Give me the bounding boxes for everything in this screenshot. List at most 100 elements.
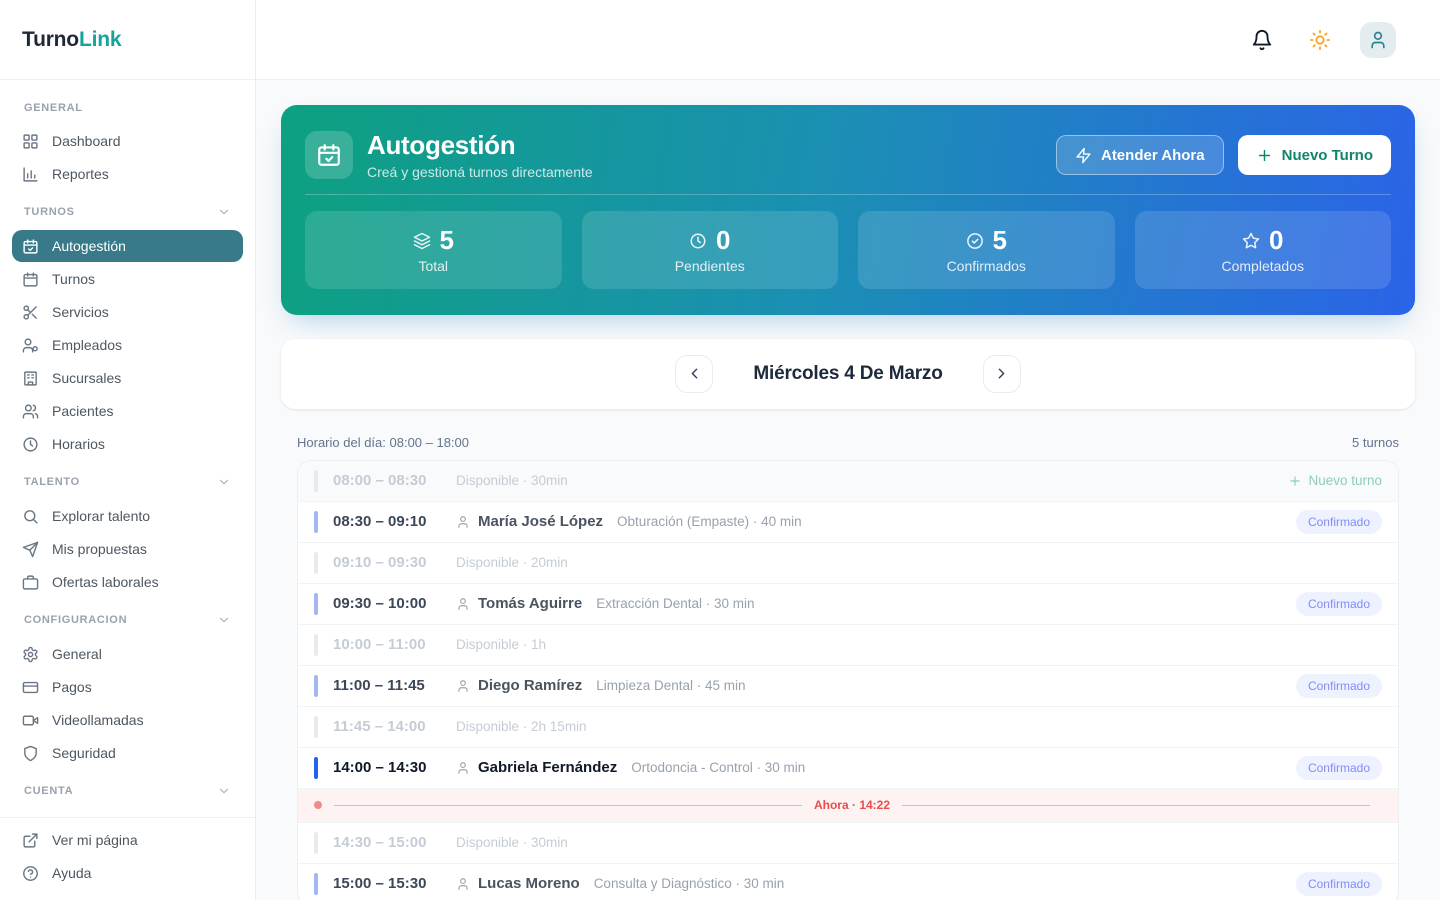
- service-label: Consulta y Diagnóstico · 30 min: [593, 876, 785, 892]
- section-label: TALENTO: [24, 476, 80, 488]
- sidebar-item-seguridad[interactable]: Seguridad: [12, 737, 243, 769]
- sidebar-item-label: Turnos: [52, 271, 96, 287]
- date-navigation: Miércoles 4 De Marzo: [281, 338, 1415, 409]
- sidebar-item-horarios[interactable]: Horarios: [12, 428, 243, 460]
- prev-day-button[interactable]: [675, 354, 714, 393]
- sidebar-item-general[interactable]: General: [12, 638, 243, 670]
- notifications-button[interactable]: [1244, 22, 1280, 58]
- sidebar-item-label: Reportes: [52, 166, 109, 182]
- slot-row-appointment[interactable]: 09:30 – 10:00 Tomás Aguirre Extracción Den…: [298, 583, 1398, 625]
- slot-row-free[interactable]: 10:00 – 11:00 Disponible · 1h: [298, 624, 1398, 666]
- sidebar-item-sucursales[interactable]: Sucursales: [12, 362, 243, 394]
- stat-label: Total: [418, 258, 449, 275]
- check-circle-icon: [966, 232, 984, 250]
- next-day-button[interactable]: [982, 354, 1021, 393]
- sidebar-item-label: Horarios: [52, 436, 105, 452]
- sidebar-item-label: Empleados: [52, 337, 123, 353]
- sidebar-item-turnos[interactable]: Turnos: [12, 263, 243, 295]
- sidebar-item-ver-mi-página[interactable]: Ver mi página: [12, 824, 243, 856]
- theme-toggle-button[interactable]: [1302, 22, 1338, 58]
- stat-value: 5: [992, 225, 1007, 256]
- slot-right: Confirmado: [1295, 509, 1382, 534]
- send-icon: [22, 541, 39, 558]
- app-logo[interactable]: Turno Link: [0, 0, 255, 80]
- sidebar-footer: Ver mi página Ayuda: [0, 817, 255, 900]
- slot-availability: Disponible · 1h: [456, 637, 547, 653]
- status-badge: Confirmado: [1295, 509, 1382, 534]
- sidebar-item-ayuda[interactable]: Ayuda: [12, 857, 243, 889]
- sidebar-item-servicios[interactable]: Servicios: [12, 296, 243, 328]
- slot-time: 15:00 – 15:30: [333, 875, 427, 893]
- current-time-indicator: Ahora · 14:22: [298, 788, 1398, 823]
- sidebar: Turno Link GENERAL Dashboard Reportes TURNOS…: [0, 0, 256, 900]
- sidebar-item-explorar-talento[interactable]: Explorar talento: [12, 500, 243, 532]
- profile-button[interactable]: [1360, 21, 1396, 58]
- slot-row-appointment[interactable]: 15:00 – 15:30 Lucas Moreno Consulta y Diag…: [298, 863, 1398, 900]
- chevron-right-icon: [993, 365, 1010, 382]
- sidebar-item-ofertas-laborales[interactable]: Ofertas laborales: [12, 566, 243, 598]
- slot-row-appointment[interactable]: 14:00 – 14:30 Gabriela Fernández Ortodonci…: [298, 747, 1398, 789]
- building-icon: [22, 370, 39, 387]
- slot-accent-bar: [314, 674, 318, 697]
- service-label: Limpieza Dental · 45 min: [596, 678, 746, 694]
- slot-row-free[interactable]: 11:45 – 14:00 Disponible · 2h 15min: [298, 706, 1398, 748]
- now-line: [334, 804, 802, 806]
- sidebar-item-label: General: [52, 646, 102, 662]
- sidebar-item-mis-propuestas[interactable]: Mis propuestas: [12, 533, 243, 565]
- service-label: Obturación (Empaste) · 40 min: [617, 514, 802, 530]
- sidebar-section-talento[interactable]: TALENTO: [12, 461, 243, 500]
- nuevo-turno-button[interactable]: Nuevo Turno: [1237, 135, 1391, 176]
- stats-row: 5 Total 0 Pendientes 5 Confirmados 0 Completado…: [305, 210, 1391, 289]
- slot-row-appointment[interactable]: 11:00 – 11:45 Diego Ramírez Limpieza Denta…: [298, 665, 1398, 707]
- gear-icon: [22, 646, 39, 663]
- slot-right: Confirmado: [1295, 591, 1382, 616]
- sidebar-item-pagos[interactable]: Pagos: [12, 671, 243, 703]
- slot-row-free[interactable]: 14:30 – 15:00 Disponible · 30min: [298, 822, 1398, 864]
- slot-patient: María José López: [456, 513, 603, 530]
- slot-accent-bar: [314, 551, 318, 574]
- sidebar-item-empleados[interactable]: Empleados: [12, 329, 243, 361]
- slot-accent-bar: [314, 872, 318, 895]
- sidebar-item-label: Seguridad: [52, 745, 116, 761]
- stat-card-total: 5 Total: [305, 210, 562, 289]
- now-label: Ahora · 14:22: [813, 798, 891, 813]
- slot-row-appointment[interactable]: 08:30 – 09:10 María José López Obturación …: [298, 501, 1398, 543]
- sidebar-section-cuenta[interactable]: CUENTA: [12, 770, 243, 809]
- slot-time: 09:30 – 10:00: [333, 595, 427, 613]
- service-label: Extracción Dental · 30 min: [596, 596, 755, 612]
- person-icon: [456, 877, 470, 891]
- slot-patient: Lucas Moreno: [456, 875, 580, 892]
- calendar-icon: [22, 271, 39, 288]
- person-icon: [456, 597, 470, 611]
- atender-ahora-button[interactable]: Atender Ahora: [1055, 135, 1224, 176]
- slot-row-free[interactable]: 08:00 – 08:30 Disponible · 30min Nuevo tur…: [298, 460, 1398, 502]
- sidebar-item-videollamadas[interactable]: Videollamadas: [12, 704, 243, 736]
- scissors-icon: [22, 304, 39, 321]
- help-circle-icon: [22, 865, 39, 882]
- person-icon: [456, 515, 470, 529]
- patient-name: Gabriela Fernández: [478, 759, 618, 777]
- slot-time: 09:10 – 09:30: [333, 554, 427, 572]
- sun-icon: [1309, 29, 1331, 51]
- sidebar-item-label: Autogestión: [52, 238, 126, 254]
- search-icon: [22, 508, 39, 525]
- slot-row-free[interactable]: 09:10 – 09:30 Disponible · 20min: [298, 542, 1398, 584]
- sidebar-item-label: Dashboard: [52, 133, 121, 149]
- sidebar-item-pacientes[interactable]: Pacientes: [12, 395, 243, 427]
- sidebar-item-reportes[interactable]: Reportes: [12, 158, 243, 190]
- sidebar-section-configuracion[interactable]: CONFIGURACION: [12, 599, 243, 638]
- slot-accent-bar: [314, 756, 318, 779]
- sidebar-item-label: Ayuda: [52, 865, 92, 881]
- slot-accent-bar: [314, 510, 318, 533]
- sidebar-item-dashboard[interactable]: Dashboard: [12, 125, 243, 157]
- sidebar-item-autogestión[interactable]: Autogestión: [12, 230, 243, 262]
- autogestion-banner: Autogestión Creá y gestioná turnos direc…: [281, 105, 1415, 315]
- add-turno-action[interactable]: Nuevo turno: [1288, 473, 1382, 488]
- add-turno-label: Nuevo turno: [1308, 473, 1382, 489]
- logo-text-primary: Turno: [22, 27, 79, 51]
- nuevo-turno-label: Nuevo Turno: [1281, 146, 1373, 164]
- slot-availability: Disponible · 20min: [456, 555, 568, 571]
- now-line: [902, 804, 1370, 806]
- sidebar-section-turnos[interactable]: TURNOS: [12, 191, 243, 230]
- clock-icon: [689, 232, 707, 250]
